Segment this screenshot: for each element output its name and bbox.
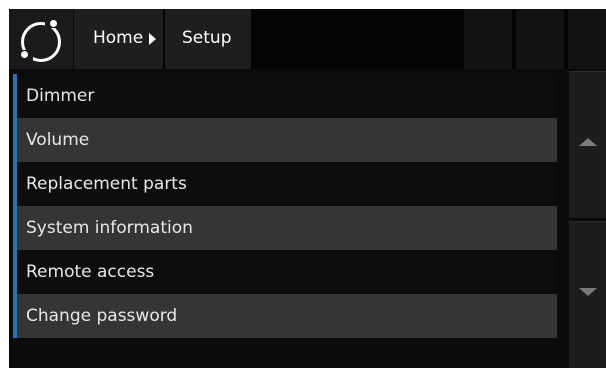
- header-empty-tile: [568, 9, 606, 69]
- menu-item-label: System information: [26, 218, 193, 238]
- header-empty-tile: [516, 9, 564, 69]
- triangle-down-icon: [579, 288, 597, 296]
- menu-item-volume[interactable]: Volume: [13, 118, 557, 162]
- menu-item-remote-access[interactable]: Remote access: [13, 250, 557, 294]
- scroll-down-button[interactable]: [569, 221, 606, 368]
- menu-item-dimmer[interactable]: Dimmer: [13, 74, 557, 118]
- triangle-up-icon: [579, 138, 597, 146]
- setup-menu-list: Dimmer Volume Replacement parts System i…: [13, 74, 557, 338]
- device-screen: Home Setup Dimmer Volume Replacement par…: [9, 9, 606, 368]
- breadcrumb-setup-label: Setup: [182, 28, 232, 48]
- breadcrumb-setup[interactable]: Setup: [165, 9, 251, 69]
- logo-dot: [50, 20, 57, 27]
- menu-item-replacement-parts[interactable]: Replacement parts: [13, 162, 557, 206]
- menu-item-label: Replacement parts: [26, 174, 187, 194]
- menu-item-change-password[interactable]: Change password: [13, 294, 557, 338]
- breadcrumb-home[interactable]: Home: [74, 9, 163, 69]
- scroll-up-button[interactable]: [569, 71, 606, 218]
- header-bar: Home Setup: [9, 9, 606, 69]
- menu-item-system-information[interactable]: System information: [13, 206, 557, 250]
- menu-item-label: Volume: [26, 130, 90, 150]
- home-logo-button[interactable]: [9, 9, 74, 69]
- triangle-right-icon: [149, 33, 156, 45]
- menu-item-label: Dimmer: [26, 86, 95, 106]
- menu-item-label: Change password: [26, 306, 178, 326]
- logo-dot: [21, 51, 28, 58]
- header-empty-tile: [464, 9, 512, 69]
- breadcrumb-home-label: Home: [93, 28, 144, 48]
- menu-item-label: Remote access: [26, 262, 155, 282]
